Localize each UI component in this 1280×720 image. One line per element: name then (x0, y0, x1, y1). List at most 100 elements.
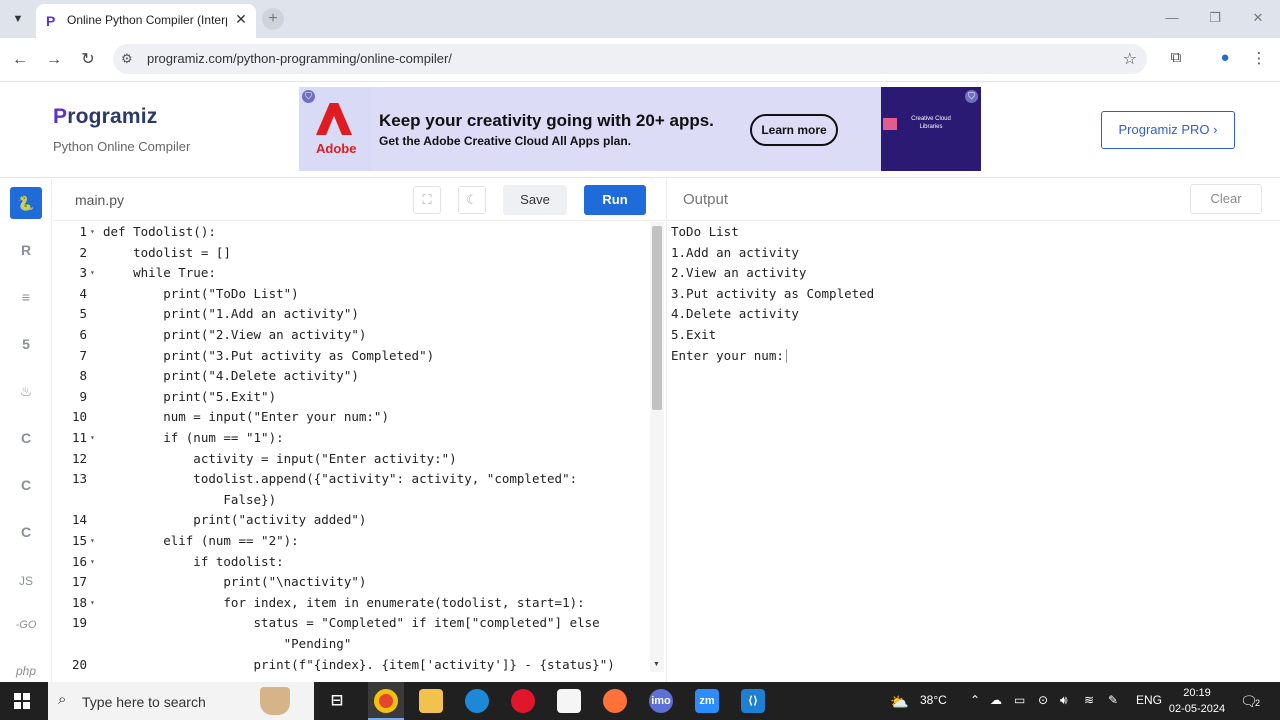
extensions-icon[interactable]: ⧉ (1165, 49, 1187, 66)
go-lang-icon[interactable]: -GO (10, 609, 42, 641)
tab-search-chevron-icon[interactable]: ▼ (8, 9, 28, 29)
battery-icon[interactable]: ▭ (1014, 693, 1025, 707)
restore-icon[interactable]: ❐ (1205, 10, 1225, 26)
code-line[interactable]: "Pending" (53, 634, 650, 654)
network-icon[interactable]: ☁ (990, 693, 1002, 707)
code-text: print("ToDo List") (103, 285, 299, 301)
ad-info-icon[interactable]: ⛉ (965, 90, 978, 103)
file-explorer-icon[interactable] (419, 689, 443, 713)
code-line[interactable]: 2 todolist = [] (53, 243, 650, 263)
bookmark-star-icon[interactable]: ☆ (1123, 49, 1137, 69)
editor-scrollbar[interactable]: ▼ (650, 222, 664, 672)
edge-icon[interactable] (465, 689, 489, 713)
code-line[interactable]: 4 print("ToDo List") (53, 284, 650, 304)
python-lang-icon[interactable]: 🐍 (10, 187, 42, 219)
code-line[interactable]: 19 status = "Completed" if item["complet… (53, 613, 650, 633)
c-lang-icon[interactable]: C (10, 422, 42, 454)
line-number: 7 (79, 347, 87, 363)
opera-icon[interactable] (511, 689, 535, 713)
file-name-tab[interactable]: main.py (75, 192, 124, 208)
code-line[interactable]: 12 activity = input("Enter activity:") (53, 449, 650, 469)
code-line[interactable]: 6 print("2.View an activity") (53, 325, 650, 345)
programiz-pro-button[interactable]: Programiz PRO › (1101, 111, 1235, 149)
sql-lang-icon[interactable]: ≡ (10, 281, 42, 313)
html-lang-icon[interactable]: 5 (10, 328, 42, 360)
fold-arrow-icon[interactable]: ▾ (90, 531, 98, 551)
clear-button[interactable]: Clear (1190, 184, 1262, 214)
code-line[interactable]: 9 print("5.Exit") (53, 387, 650, 407)
code-line[interactable]: 14 print("activity added") (53, 510, 650, 530)
scroll-down-arrow-icon[interactable]: ▼ (653, 661, 660, 668)
temperature-text[interactable]: 38°C (920, 693, 947, 707)
reload-icon[interactable]: ↻ (76, 48, 100, 72)
site-info-icon[interactable]: ⚙ (121, 51, 133, 67)
code-line[interactable]: 18 ▾ for index, item in enumerate(todolis… (53, 593, 650, 613)
firefox-icon[interactable] (603, 689, 627, 713)
minimize-icon[interactable]: — (1162, 10, 1182, 25)
weather-icon[interactable]: ⛅ (890, 693, 909, 711)
java-lang-icon[interactable]: ♨ (10, 375, 42, 407)
vscode-icon[interactable]: ⟨⟩ (741, 689, 765, 713)
wifi-icon[interactable]: ≋ (1084, 693, 1094, 707)
code-line[interactable]: 16 ▾ if todolist: (53, 552, 650, 572)
volume-icon[interactable]: 🔊︎ (1060, 693, 1068, 708)
dark-mode-moon-icon[interactable]: ☾ (458, 186, 486, 214)
tab-close-icon[interactable]: ✕ (232, 10, 250, 28)
close-window-icon[interactable]: ✕ (1248, 10, 1268, 26)
fold-arrow-icon[interactable]: ▾ (90, 428, 98, 448)
windows-start-icon[interactable] (14, 693, 30, 709)
address-bar[interactable]: ⚙ programiz.com/python-programming/onlin… (113, 44, 1147, 74)
r-lang-icon[interactable]: R (10, 234, 42, 266)
language-indicator[interactable]: ENG (1136, 693, 1162, 707)
new-tab-plus-icon[interactable]: + (262, 8, 284, 30)
camera-icon[interactable]: ⊙ (1038, 693, 1048, 707)
taskbar-search-box[interactable]: ⌕ Type here to search (48, 682, 314, 720)
cpp-lang-icon[interactable]: C (10, 469, 42, 501)
notepad-icon[interactable] (557, 689, 581, 713)
browser-tab[interactable]: P Online Python Compiler (Interp ✕ (36, 4, 256, 38)
input-caret[interactable] (785, 349, 787, 364)
code-line[interactable]: 11 ▾ if (num == "1"): (53, 428, 650, 448)
code-line[interactable]: 1 ▾ def Todolist(): (53, 222, 650, 242)
taskbar-clock[interactable]: 20:19 02-05-2024 (1168, 685, 1226, 717)
fullscreen-icon[interactable]: ⛶ (413, 186, 441, 214)
zoom-icon[interactable]: zm (695, 689, 719, 713)
code-line[interactable]: 17 print("\nactivity") (53, 572, 650, 592)
adobe-ad-banner[interactable]: Adobe ⛉ Keep your creativity going with … (299, 87, 981, 171)
code-line[interactable]: 13 todolist.append({"activity": activity… (53, 469, 650, 489)
more-menu-icon[interactable]: ⋮ (1248, 49, 1270, 67)
csharp-lang-icon[interactable]: C (10, 516, 42, 548)
back-arrow-icon[interactable]: ← (8, 48, 32, 72)
task-view-icon[interactable]: ⊟ (325, 689, 349, 713)
code-line[interactable]: 7 print("3.Put activity as Completed") (53, 346, 650, 366)
pen-icon[interactable]: ✎ (1108, 693, 1118, 707)
output-console[interactable]: ToDo List 1.Add an activity 2.View an acti… (666, 222, 1280, 682)
fold-arrow-icon[interactable]: ▾ (90, 593, 98, 613)
tray-chevron-icon[interactable]: ⌃ (970, 693, 980, 707)
profile-icon[interactable]: ● (1214, 49, 1236, 66)
code-line[interactable]: 5 print("1.Add an activity") (53, 304, 650, 324)
chrome-taskbar-icon[interactable] (374, 689, 398, 713)
language-sidebar: 🐍 R ≡ 5 ♨ C C C JS -GO php (0, 179, 52, 682)
ad-choices-icon[interactable]: ⛉ (302, 90, 315, 103)
forward-arrow-icon[interactable]: → (42, 48, 66, 72)
learn-more-button[interactable]: Learn more (750, 114, 838, 146)
run-button[interactable]: Run (584, 185, 646, 215)
code-line[interactable]: 10 num = input("Enter your num:") (53, 407, 650, 427)
code-editor[interactable]: 1 ▾ def Todolist(): 2 todolist = [] 3 ▾ while… (53, 222, 650, 682)
code-line[interactable]: False}) (53, 490, 650, 510)
programiz-logo[interactable]: Programiz (53, 105, 158, 129)
code-line[interactable]: 15 ▾ elif (num == "2"): (53, 531, 650, 551)
code-line[interactable]: 3 ▾ while True: (53, 263, 650, 283)
fold-arrow-icon[interactable]: ▾ (90, 263, 98, 283)
code-line[interactable]: 20 print(f"{index}. {item['activity']} -… (53, 655, 650, 675)
line-number: 20 (71, 656, 87, 672)
js-lang-icon[interactable]: JS (10, 565, 42, 597)
save-button[interactable]: Save (503, 185, 567, 215)
scrollbar-thumb[interactable] (652, 226, 662, 410)
fold-arrow-icon[interactable]: ▾ (90, 222, 98, 242)
imo-icon[interactable]: imo (649, 689, 673, 713)
fold-arrow-icon[interactable]: ▾ (90, 552, 98, 572)
code-line[interactable]: 8 print("4.Delete activity") (53, 366, 650, 386)
code-text: activity = input("Enter activity:") (103, 450, 457, 466)
